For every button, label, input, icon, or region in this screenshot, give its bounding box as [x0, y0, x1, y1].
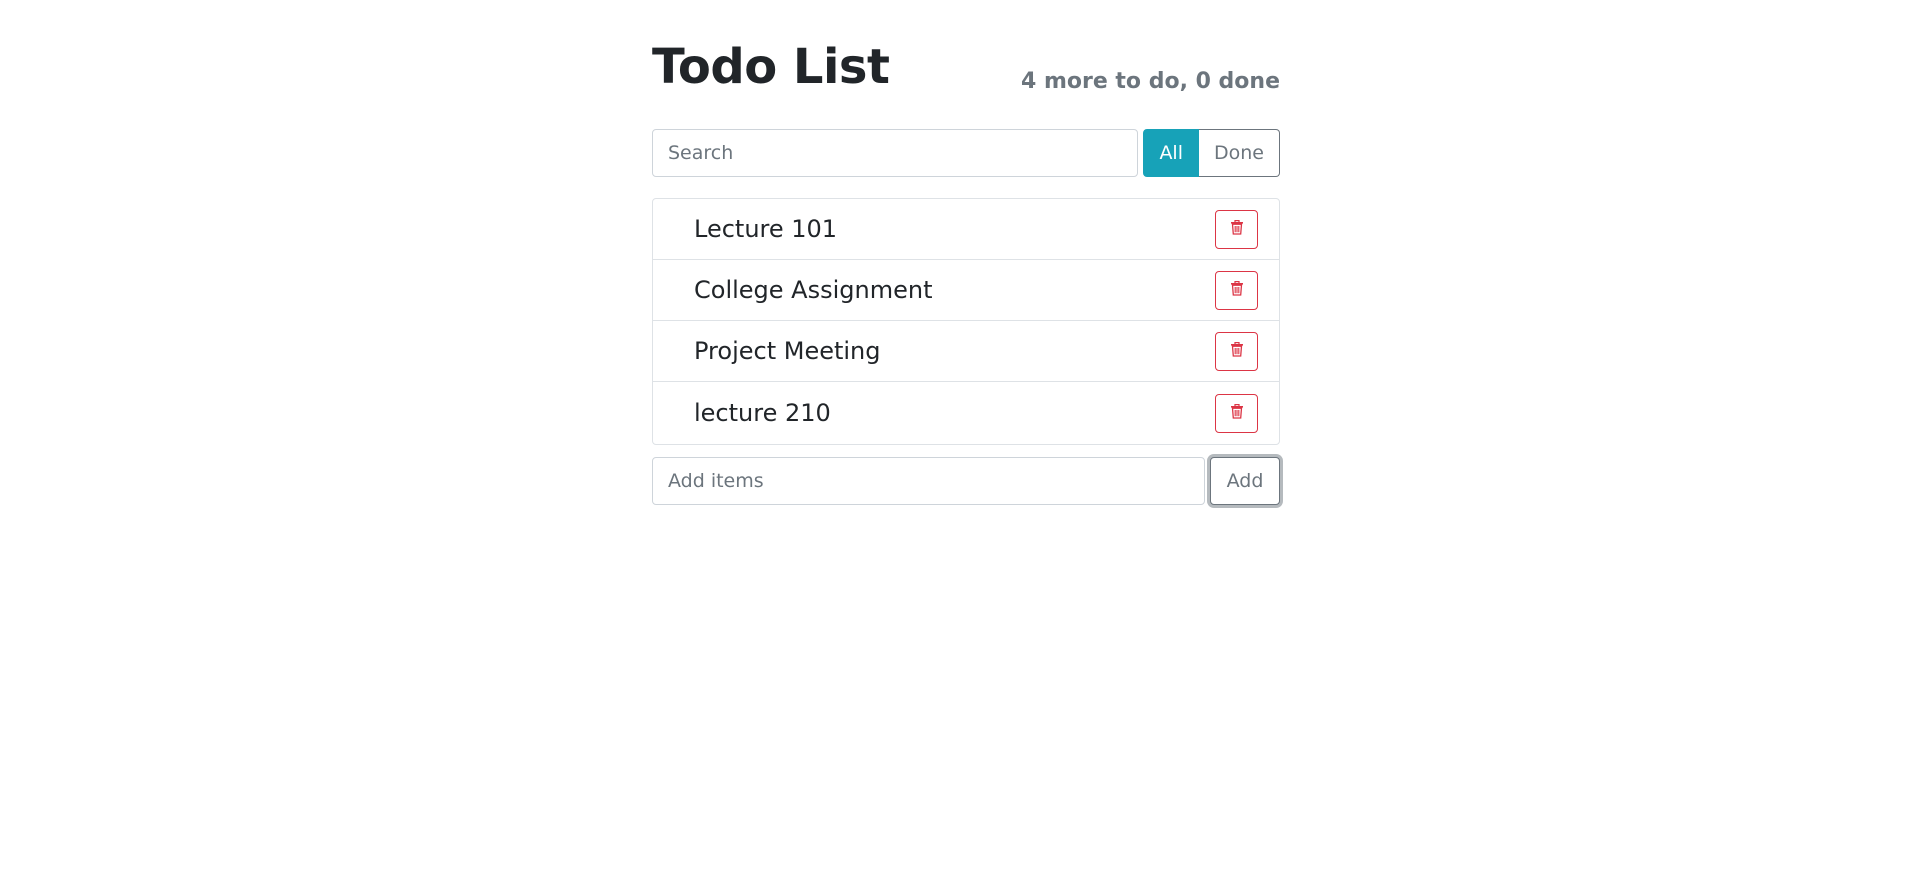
- trash-icon: [1230, 341, 1244, 360]
- add-item-row: Add: [652, 457, 1280, 505]
- trash-icon: [1230, 280, 1244, 299]
- todo-list: Lecture 101 College Assignment Project M…: [652, 198, 1280, 445]
- header: Todo List 4 more to do, 0 done: [652, 38, 1280, 96]
- list-item: Lecture 101: [653, 199, 1279, 260]
- search-input[interactable]: [652, 129, 1139, 177]
- delete-button[interactable]: [1215, 393, 1258, 433]
- add-item-input[interactable]: [652, 457, 1205, 505]
- filter-all-button[interactable]: All: [1143, 129, 1199, 177]
- filter-done-button[interactable]: Done: [1199, 129, 1280, 177]
- page-title: Todo List: [652, 39, 890, 95]
- filter-button-group: All Done: [1143, 129, 1280, 177]
- trash-icon: [1230, 219, 1244, 238]
- delete-button[interactable]: [1215, 270, 1258, 310]
- trash-icon: [1230, 403, 1244, 422]
- todo-item-label[interactable]: Lecture 101: [694, 215, 837, 243]
- delete-button[interactable]: [1215, 209, 1258, 249]
- todo-app: Todo List 4 more to do, 0 done All Done …: [652, 38, 1280, 505]
- add-button[interactable]: Add: [1210, 457, 1280, 505]
- list-item: College Assignment: [653, 260, 1279, 321]
- todo-item-label[interactable]: College Assignment: [694, 276, 932, 304]
- todo-stats: 4 more to do, 0 done: [1020, 69, 1280, 94]
- list-item: lecture 210: [653, 382, 1279, 444]
- list-item: Project Meeting: [653, 321, 1279, 382]
- todo-item-label[interactable]: lecture 210: [694, 399, 831, 427]
- todo-item-label[interactable]: Project Meeting: [694, 337, 881, 365]
- delete-button[interactable]: [1215, 331, 1258, 371]
- search-row: All Done: [652, 129, 1280, 177]
